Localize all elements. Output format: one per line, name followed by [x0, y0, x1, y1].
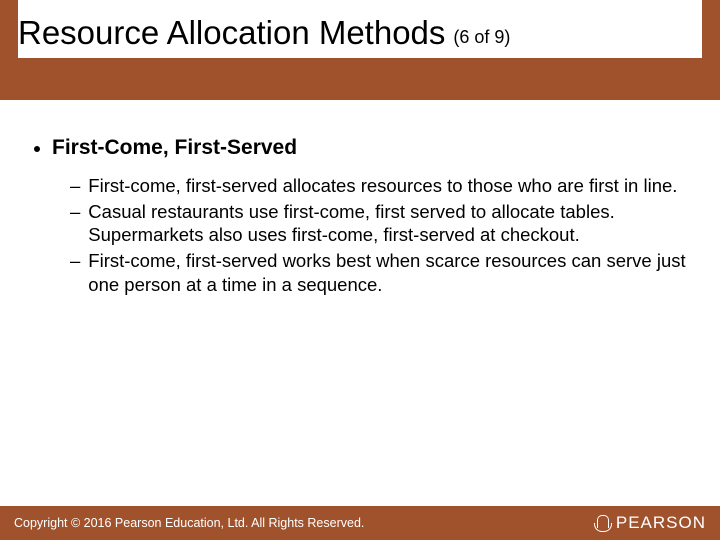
- footer-bar: Copyright © 2016 Pearson Education, Ltd.…: [0, 506, 720, 540]
- dash-icon: –: [70, 174, 80, 198]
- main-bullet: First-Come, First-Served: [34, 136, 686, 160]
- list-item: – Casual restaurants use first-come, fir…: [70, 200, 686, 247]
- sub-bullet-text: First-come, first-served works best when…: [88, 249, 686, 296]
- brand-logo: PEARSON: [594, 513, 706, 533]
- dash-icon: –: [70, 200, 80, 224]
- copyright-text: Copyright © 2016 Pearson Education, Ltd.…: [14, 516, 364, 530]
- bullet-dot-icon: [34, 146, 40, 152]
- title-container: Resource Allocation Methods (6 of 9): [18, 0, 702, 58]
- slide-body: First-Come, First-Served – First-come, f…: [0, 100, 720, 296]
- list-item: – First-come, first-served works best wh…: [70, 249, 686, 296]
- sub-bullet-text: Casual restaurants use first-come, first…: [88, 200, 686, 247]
- main-bullet-text: First-Come, First-Served: [52, 136, 297, 160]
- sub-bullet-list: – First-come, first-served allocates res…: [34, 174, 686, 296]
- slide: Resource Allocation Methods (6 of 9) Fir…: [0, 0, 720, 540]
- slide-title: Resource Allocation Methods: [18, 14, 445, 52]
- dash-icon: –: [70, 249, 80, 273]
- sub-bullet-text: First-come, first-served allocates resou…: [88, 174, 677, 198]
- title-band: Resource Allocation Methods (6 of 9): [0, 0, 720, 100]
- slide-counter: (6 of 9): [453, 27, 510, 52]
- pearson-mark-icon: [594, 515, 610, 531]
- list-item: – First-come, first-served allocates res…: [70, 174, 686, 198]
- brand-name: PEARSON: [616, 513, 706, 533]
